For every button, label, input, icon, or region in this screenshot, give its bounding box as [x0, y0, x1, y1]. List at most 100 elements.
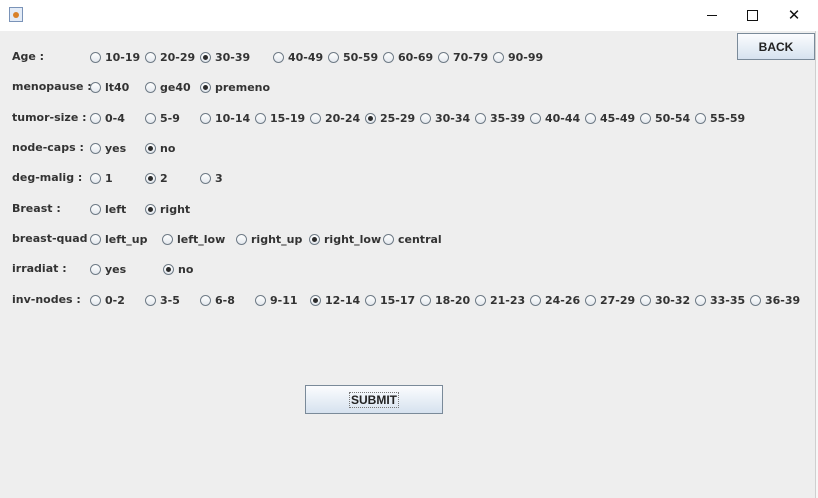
- radio-button-icon[interactable]: [585, 294, 596, 306]
- breast-quad-option-right_up[interactable]: right_up: [236, 231, 302, 247]
- radio-button-icon[interactable]: [90, 142, 101, 154]
- minimize-button[interactable]: [692, 0, 732, 31]
- menopause-option-lt40[interactable]: lt40: [90, 79, 129, 95]
- tumor-size-option-0-4[interactable]: 0-4: [90, 110, 125, 126]
- radio-button-icon[interactable]: [145, 172, 156, 184]
- irradiat-option-yes[interactable]: yes: [90, 261, 126, 277]
- inv-nodes-option-33-35[interactable]: 33-35: [695, 292, 745, 308]
- age-option-20-29[interactable]: 20-29: [145, 49, 195, 65]
- tumor-size-option-5-9[interactable]: 5-9: [145, 110, 180, 126]
- radio-button-icon[interactable]: [236, 233, 247, 245]
- tumor-size-option-40-44[interactable]: 40-44: [530, 110, 580, 126]
- radio-button-icon[interactable]: [90, 263, 101, 275]
- radio-button-icon[interactable]: [90, 172, 101, 184]
- inv-nodes-option-9-11[interactable]: 9-11: [255, 292, 298, 308]
- radio-button-icon[interactable]: [475, 294, 486, 306]
- radio-button-icon[interactable]: [310, 294, 321, 306]
- tumor-size-option-15-19[interactable]: 15-19: [255, 110, 305, 126]
- radio-button-icon[interactable]: [200, 172, 211, 184]
- inv-nodes-option-36-39[interactable]: 36-39: [750, 292, 800, 308]
- inv-nodes-option-18-20[interactable]: 18-20: [420, 292, 470, 308]
- radio-button-icon[interactable]: [640, 112, 651, 124]
- submit-button[interactable]: SUBMIT: [305, 385, 443, 414]
- deg-malig-option-1[interactable]: 1: [90, 170, 113, 186]
- radio-button-icon[interactable]: [383, 233, 394, 245]
- radio-button-icon[interactable]: [162, 233, 173, 245]
- age-option-90-99[interactable]: 90-99: [493, 49, 543, 65]
- radio-button-icon[interactable]: [90, 203, 101, 215]
- radio-button-icon[interactable]: [90, 233, 101, 245]
- radio-button-icon[interactable]: [255, 294, 266, 306]
- breast-option-right[interactable]: right: [145, 201, 190, 217]
- node-caps-option-yes[interactable]: yes: [90, 140, 126, 156]
- radio-button-icon[interactable]: [145, 112, 156, 124]
- age-option-40-49[interactable]: 40-49: [273, 49, 323, 65]
- radio-button-icon[interactable]: [200, 81, 211, 93]
- radio-button-icon[interactable]: [695, 112, 706, 124]
- radio-button-icon[interactable]: [383, 51, 394, 63]
- breast-option-left[interactable]: left: [90, 201, 126, 217]
- radio-button-icon[interactable]: [493, 51, 504, 63]
- radio-button-icon[interactable]: [695, 294, 706, 306]
- radio-button-icon[interactable]: [365, 294, 376, 306]
- radio-button-icon[interactable]: [163, 263, 174, 275]
- radio-button-icon[interactable]: [420, 112, 431, 124]
- radio-button-icon[interactable]: [255, 112, 266, 124]
- radio-button-icon[interactable]: [200, 294, 211, 306]
- radio-button-icon[interactable]: [145, 294, 156, 306]
- radio-button-icon[interactable]: [145, 142, 156, 154]
- tumor-size-option-10-14[interactable]: 10-14: [200, 110, 250, 126]
- radio-button-icon[interactable]: [475, 112, 486, 124]
- inv-nodes-option-12-14[interactable]: 12-14: [310, 292, 360, 308]
- radio-button-icon[interactable]: [328, 51, 339, 63]
- age-option-30-39[interactable]: 30-39: [200, 49, 250, 65]
- tumor-size-option-25-29[interactable]: 25-29: [365, 110, 415, 126]
- inv-nodes-option-0-2[interactable]: 0-2: [90, 292, 125, 308]
- radio-button-icon[interactable]: [145, 81, 156, 93]
- menopause-option-premeno[interactable]: premeno: [200, 79, 270, 95]
- inv-nodes-option-3-5[interactable]: 3-5: [145, 292, 180, 308]
- tumor-size-option-55-59[interactable]: 55-59: [695, 110, 745, 126]
- age-option-70-79[interactable]: 70-79: [438, 49, 488, 65]
- radio-button-icon[interactable]: [90, 112, 101, 124]
- radio-button-icon[interactable]: [530, 294, 541, 306]
- radio-button-icon[interactable]: [145, 51, 156, 63]
- radio-button-icon[interactable]: [90, 294, 101, 306]
- inv-nodes-option-24-26[interactable]: 24-26: [530, 292, 580, 308]
- tumor-size-option-20-24[interactable]: 20-24: [310, 110, 360, 126]
- radio-button-icon[interactable]: [438, 51, 449, 63]
- radio-button-icon[interactable]: [145, 203, 156, 215]
- tumor-size-option-45-49[interactable]: 45-49: [585, 110, 635, 126]
- inv-nodes-option-6-8[interactable]: 6-8: [200, 292, 235, 308]
- maximize-button[interactable]: [732, 0, 772, 31]
- breast-quad-option-right_low[interactable]: right_low: [309, 231, 381, 247]
- age-option-50-59[interactable]: 50-59: [328, 49, 378, 65]
- age-option-60-69[interactable]: 60-69: [383, 49, 433, 65]
- tumor-size-option-30-34[interactable]: 30-34: [420, 110, 470, 126]
- radio-button-icon[interactable]: [420, 294, 431, 306]
- tumor-size-option-35-39[interactable]: 35-39: [475, 110, 525, 126]
- tumor-size-option-50-54[interactable]: 50-54: [640, 110, 690, 126]
- radio-button-icon[interactable]: [585, 112, 596, 124]
- breast-quad-option-central[interactable]: central: [383, 231, 442, 247]
- radio-button-icon[interactable]: [273, 51, 284, 63]
- radio-button-icon[interactable]: [365, 112, 376, 124]
- radio-button-icon[interactable]: [90, 81, 101, 93]
- radio-button-icon[interactable]: [200, 112, 211, 124]
- age-option-10-19[interactable]: 10-19: [90, 49, 140, 65]
- inv-nodes-option-27-29[interactable]: 27-29: [585, 292, 635, 308]
- close-button[interactable]: ✕: [774, 0, 814, 31]
- inv-nodes-option-21-23[interactable]: 21-23: [475, 292, 525, 308]
- radio-button-icon[interactable]: [530, 112, 541, 124]
- inv-nodes-option-15-17[interactable]: 15-17: [365, 292, 415, 308]
- deg-malig-option-3[interactable]: 3: [200, 170, 223, 186]
- irradiat-option-no[interactable]: no: [163, 261, 193, 277]
- breast-quad-option-left_low[interactable]: left_low: [162, 231, 225, 247]
- radio-button-icon[interactable]: [90, 51, 101, 63]
- radio-button-icon[interactable]: [310, 112, 321, 124]
- radio-button-icon[interactable]: [750, 294, 761, 306]
- radio-button-icon[interactable]: [640, 294, 651, 306]
- menopause-option-ge40[interactable]: ge40: [145, 79, 191, 95]
- node-caps-option-no[interactable]: no: [145, 140, 175, 156]
- radio-button-icon[interactable]: [309, 233, 320, 245]
